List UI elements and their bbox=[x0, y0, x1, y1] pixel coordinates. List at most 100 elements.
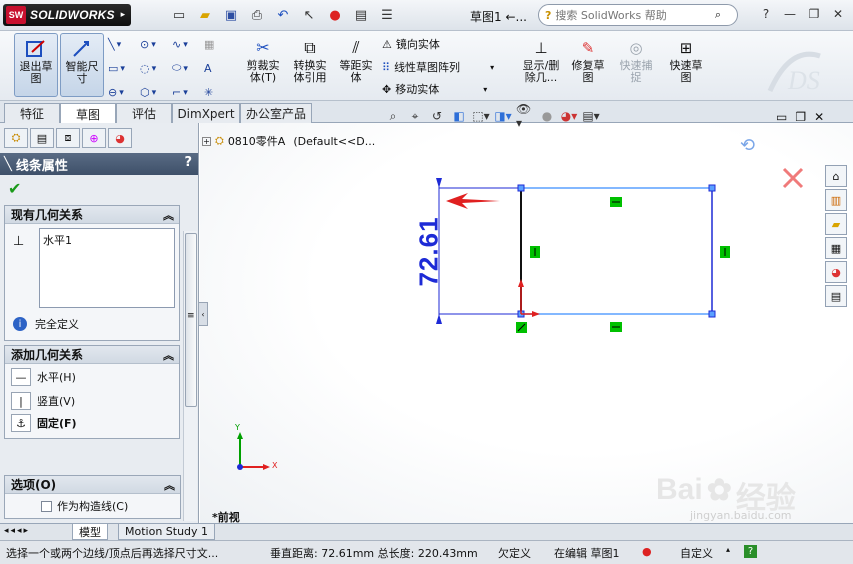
cancel-x-icon[interactable] bbox=[782, 167, 804, 189]
panel-collapse-handle[interactable]: ‹ bbox=[198, 302, 208, 326]
line-tool-icon[interactable]: ╲ ▾ bbox=[108, 35, 140, 53]
horizontal-relation-glyph[interactable] bbox=[610, 322, 622, 332]
property-manager-icon[interactable]: ▤ bbox=[30, 128, 54, 148]
vertical-relation-button[interactable]: | 竖直(V) bbox=[5, 390, 179, 412]
tab-motion-study[interactable]: Motion Study 1 bbox=[118, 524, 216, 540]
fix-relation-button[interactable]: ⚓ 固定(F) bbox=[5, 412, 179, 438]
dropdown-arrow-icon[interactable]: ▾ bbox=[490, 63, 494, 72]
apply-scene-icon[interactable]: ◕▾ bbox=[560, 107, 578, 125]
file-properties-icon[interactable]: ▤ bbox=[352, 6, 370, 24]
display-style-icon[interactable]: ◨▾ bbox=[494, 107, 512, 125]
hide-show-items-icon[interactable]: 👁▾ bbox=[516, 102, 534, 130]
text-a-tool-icon[interactable]: A bbox=[204, 59, 236, 77]
convert-entities-button[interactable]: ⧉ 转换实体引用 bbox=[289, 33, 331, 97]
collapse-chevron-icon[interactable]: ︽ bbox=[164, 477, 175, 493]
restore-icon[interactable]: ❐ bbox=[805, 6, 823, 22]
edit-appearance-icon[interactable]: ● bbox=[538, 107, 556, 125]
confirmation-corner-icon[interactable]: ⟲ bbox=[740, 135, 755, 156]
collapse-chevron-icon[interactable]: ︽ bbox=[163, 207, 174, 223]
zoom-to-fit-icon[interactable]: ⌕ bbox=[384, 107, 402, 125]
options-icon[interactable]: ☰ bbox=[378, 6, 396, 24]
design-library-icon[interactable]: ▥ bbox=[825, 189, 847, 211]
ellipse-tool-icon[interactable]: ⬭ ▾ bbox=[172, 59, 204, 77]
spline-tool-icon[interactable]: ∿ ▾ bbox=[172, 35, 204, 53]
tab-evaluate[interactable]: 评估 bbox=[116, 103, 172, 123]
construction-checkbox[interactable] bbox=[41, 500, 52, 512]
pm-help-icon[interactable]: ? bbox=[184, 155, 192, 170]
options-header[interactable]: 选项(O) ︽ bbox=[5, 476, 180, 494]
dimxpert-manager-icon[interactable]: ⊕ bbox=[82, 128, 106, 148]
smart-dimension-button[interactable]: 智能尺寸 bbox=[60, 33, 104, 97]
open-folder-icon[interactable]: ▰ bbox=[196, 6, 214, 24]
help-search-box[interactable]: ? ⌕ bbox=[538, 4, 738, 26]
horizontal-relation-glyph[interactable] bbox=[610, 197, 622, 207]
rapid-sketch-button[interactable]: ⊞ 快速草图 bbox=[666, 33, 706, 97]
exit-sketch-button[interactable]: 退出草图 bbox=[14, 33, 58, 97]
file-explorer-icon[interactable]: ▰ bbox=[825, 213, 847, 235]
text-tool-icon[interactable]: ▦ bbox=[204, 35, 236, 53]
custom-properties-icon[interactable]: ▤ bbox=[825, 285, 847, 307]
point-tool-icon[interactable]: ✳ bbox=[204, 83, 236, 101]
existing-relations-header[interactable]: 现有几何关系 ︽ bbox=[5, 206, 179, 224]
solidworks-logo[interactable]: SW SOLIDWORKS ▸ bbox=[3, 4, 131, 26]
units-selector[interactable]: 自定义 bbox=[680, 545, 713, 561]
home-icon[interactable]: ⌂ bbox=[825, 165, 847, 187]
view-orientation-icon[interactable]: ⬚▾ bbox=[472, 107, 490, 125]
endpoint[interactable] bbox=[708, 184, 716, 192]
offset-entities-button[interactable]: ⫽ 等距实体 bbox=[335, 33, 377, 97]
move-entities-button[interactable]: ✥ 移动实体 ▾ bbox=[382, 81, 487, 97]
slot-tool-icon[interactable]: ⊖ ▾ bbox=[108, 83, 140, 101]
zoom-to-area-icon[interactable]: ⌖ bbox=[406, 107, 424, 125]
collapse-chevron-icon[interactable]: ︽ bbox=[163, 347, 174, 363]
panel-scrollbar[interactable]: ≡ bbox=[183, 231, 197, 521]
linear-pattern-button[interactable]: ⠿ 线性草图阵列 ▾ bbox=[382, 59, 494, 75]
circle-tool-icon[interactable]: ⊙ ▾ bbox=[140, 35, 172, 53]
polygon-tool-icon[interactable]: ⬡ ▾ bbox=[140, 83, 172, 101]
ok-checkmark-icon[interactable]: ✔ bbox=[8, 179, 21, 198]
tab-scroll-arrows-icon[interactable]: ◂◂◂▸ bbox=[4, 526, 30, 536]
display-manager-icon[interactable]: ◕ bbox=[108, 128, 132, 148]
configuration-manager-icon[interactable]: ⧈ bbox=[56, 128, 80, 148]
print-icon[interactable]: ⎙ bbox=[248, 6, 266, 24]
fillet-tool-icon[interactable]: ⌐ ▾ bbox=[172, 83, 204, 101]
previous-view-icon[interactable]: ↺ bbox=[428, 107, 446, 125]
search-input[interactable] bbox=[555, 8, 696, 22]
new-file-icon[interactable]: ▭ bbox=[170, 6, 188, 24]
list-item[interactable]: 水平1 bbox=[43, 232, 171, 248]
add-relations-header[interactable]: 添加几何关系 ︽ bbox=[5, 346, 179, 364]
rebuild-status-icon[interactable]: ● bbox=[642, 545, 652, 558]
vertical-relation-glyph[interactable] bbox=[720, 246, 730, 258]
section-view-icon[interactable]: ◧ bbox=[450, 107, 468, 125]
status-help[interactable]: ? bbox=[744, 545, 757, 558]
trim-entities-button[interactable]: ✂ 剪裁实体(T) bbox=[243, 33, 283, 97]
minimize-icon[interactable]: — bbox=[781, 6, 799, 22]
select-arrow-icon[interactable]: ↖ bbox=[300, 6, 318, 24]
graphics-area[interactable]: + ⛭ 0810零件A (Default<<D... 72.61 Y X *前视… bbox=[200, 123, 853, 524]
quick-snaps-button[interactable]: ◎ 快速捕捉 bbox=[616, 33, 656, 97]
undo-icon[interactable]: ↶ bbox=[274, 6, 292, 24]
arc-tool-icon[interactable]: ◌ ▾ bbox=[140, 59, 172, 77]
doc-close-icon[interactable]: ✕ bbox=[814, 110, 824, 124]
appearances-icon[interactable]: ◕ bbox=[825, 261, 847, 283]
search-icon[interactable]: ⌕ bbox=[715, 8, 721, 22]
horizontal-relation-button[interactable]: — 水平(H) bbox=[5, 364, 179, 390]
construction-checkbox-row[interactable]: 作为构造线(C) bbox=[5, 494, 180, 518]
rectangle-tool-icon[interactable]: ▭ ▾ bbox=[108, 59, 140, 77]
close-icon[interactable]: ✕ bbox=[829, 6, 847, 22]
vertical-relation-glyph[interactable] bbox=[530, 246, 540, 258]
feature-tree-icon[interactable]: ⛭ bbox=[4, 128, 28, 148]
tab-features[interactable]: 特征 bbox=[4, 103, 60, 123]
tab-sketch[interactable]: 草图 bbox=[60, 103, 116, 124]
dimension-value[interactable]: 72.61 bbox=[414, 216, 445, 286]
endpoint[interactable] bbox=[708, 310, 716, 318]
doc-restore-icon[interactable]: ❐ bbox=[795, 110, 806, 124]
mirror-entities-button[interactable]: ⚠ 镜向实体 bbox=[382, 36, 440, 52]
repair-sketch-button[interactable]: ✎ 修复草图 bbox=[568, 33, 608, 97]
view-palette-icon[interactable]: ▦ bbox=[825, 237, 847, 259]
display-delete-relations-button[interactable]: ⊥ 显示/删除几... bbox=[518, 33, 564, 97]
save-icon[interactable]: ▣ bbox=[222, 6, 240, 24]
tab-office-products[interactable]: 办公室产品 bbox=[240, 103, 312, 123]
units-dropdown-icon[interactable]: ▴ bbox=[726, 545, 730, 554]
doc-minimize-icon[interactable]: ▭ bbox=[776, 110, 787, 124]
tab-model[interactable]: 模型 bbox=[72, 524, 108, 540]
